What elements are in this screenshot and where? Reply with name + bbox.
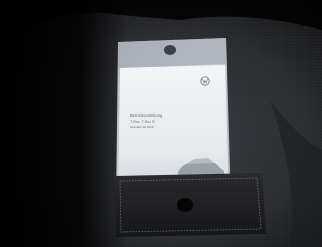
photo-illustration: Betriebsanleitung T-Roc, T-Roc R Ausgabe… — [0, 0, 322, 247]
photo-scene: Betriebsanleitung T-Roc, T-Roc R Ausgabe… — [0, 0, 322, 247]
leather-pocket — [114, 173, 266, 237]
manual-title: Betriebsanleitung — [130, 113, 163, 118]
sleeve-hole-icon — [164, 45, 176, 55]
pocket-hole-icon — [177, 198, 193, 212]
manual-model: T-Roc, T-Roc R — [130, 120, 155, 124]
manual-edition: Ausgabe 06.2018 — [130, 125, 154, 129]
